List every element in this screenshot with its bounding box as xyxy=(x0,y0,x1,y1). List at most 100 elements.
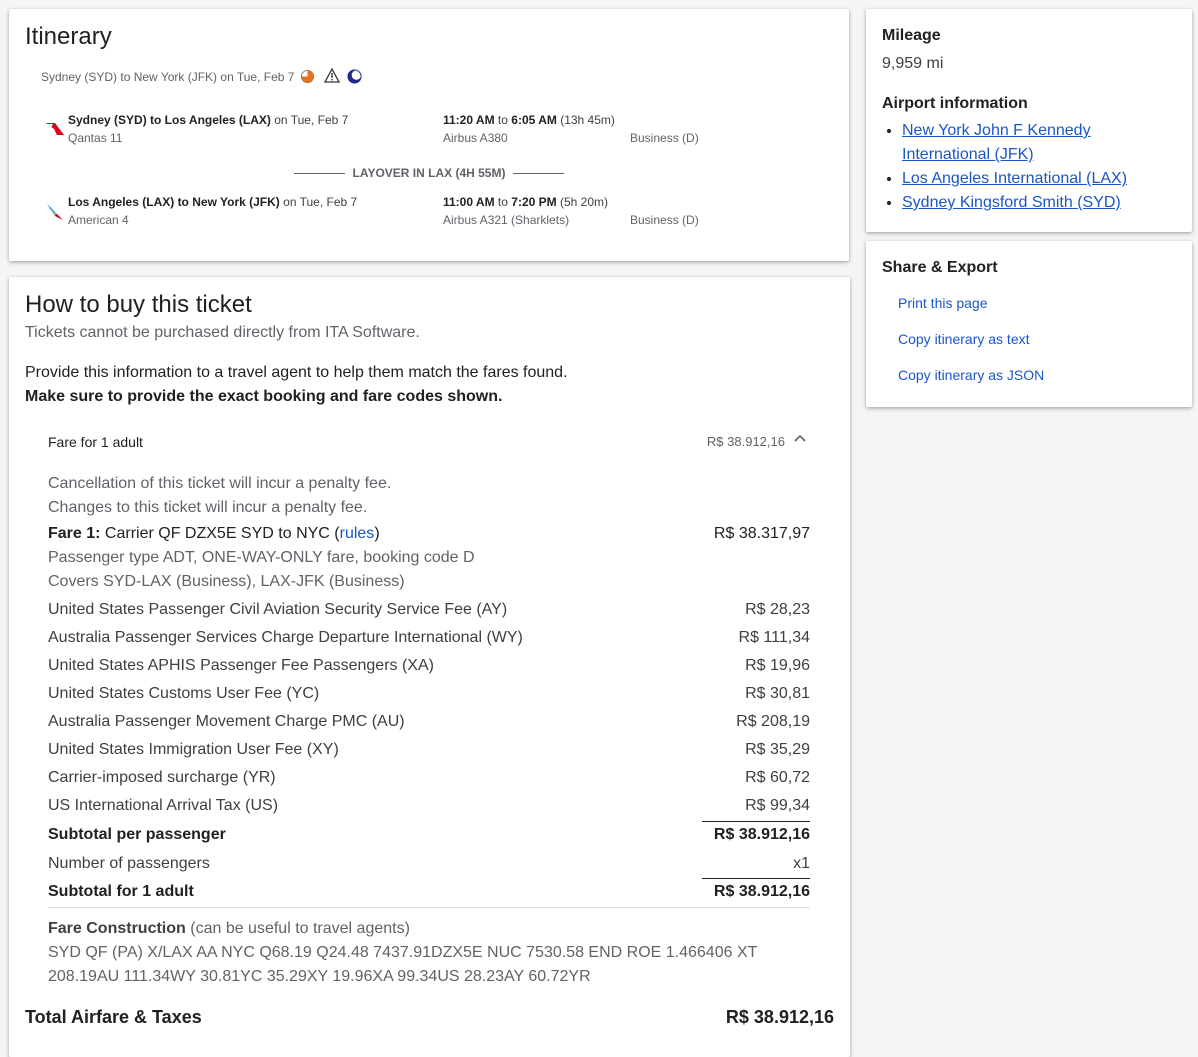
change-note: Changes to this ticket will incur a pena… xyxy=(48,499,810,517)
num-pass-value: x1 xyxy=(793,855,810,872)
tax-row: United States Customs User Fee (YC) R$ 30… xyxy=(48,685,810,703)
subtotal-adult-amount: R$ 38.912,16 xyxy=(713,883,810,900)
subtotal-adult-separator xyxy=(702,878,810,879)
fare-for-adult-header[interactable]: Fare for 1 adult R$ 38.912,16 xyxy=(25,422,817,462)
buy-title: How to buy this ticket xyxy=(25,291,252,318)
airport-link-jfk[interactable]: New York John F Kennedy International (J… xyxy=(902,122,1091,163)
itinerary-summary: Sydney (SYD) to New York (JFK) on Tue, F… xyxy=(41,70,295,84)
tax-row: Australia Passenger Services Charge Depa… xyxy=(48,629,810,647)
segment-1-dep: 11:20 AM xyxy=(443,113,495,127)
covers-text: Covers SYD-LAX (Business), LAX-JFK (Busi… xyxy=(48,573,405,590)
segment-1-arr: 6:05 AM xyxy=(511,113,557,127)
segment-1-aircraft: Airbus A380 xyxy=(443,131,508,145)
fare-1-label: Fare 1: xyxy=(48,525,101,542)
daylight-change-icon[interactable] xyxy=(300,69,315,89)
segment-2-times: 11:00 AM to 7:20 PM (5h 20m) xyxy=(443,195,608,209)
how-to-buy-card: How to buy this ticket Tickets cannot be… xyxy=(9,277,850,1057)
fare-rules-link[interactable]: rules xyxy=(340,525,375,542)
mileage-value: 9,959 mi xyxy=(882,55,944,72)
mileage-card: Mileage 9,959 mi Airport information New… xyxy=(866,9,1192,232)
num-pass-label: Number of passengers xyxy=(48,855,210,872)
cancellation-note-text: Cancellation of this ticket will incur a… xyxy=(48,475,392,492)
overnight-icon[interactable] xyxy=(347,69,362,89)
share-export-card: Share & Export Print this page Copy itin… xyxy=(866,241,1192,407)
fare-construction-heading: Fare Construction (can be useful to trav… xyxy=(48,920,410,938)
tax-amount: R$ 99,34 xyxy=(745,797,810,814)
buy-info: Provide this information to a travel age… xyxy=(25,364,568,381)
change-note-text: Changes to this ticket will incur a pena… xyxy=(48,499,368,516)
print-page-link[interactable]: Print this page xyxy=(898,295,988,311)
subtotal-adult-label: Subtotal for 1 adult xyxy=(48,883,194,900)
airport-list-item: New York John F Kennedy International (J… xyxy=(902,119,1182,167)
fare-construction-line-2: 208.19AU 111.34WY 30.81YC 35.29XY 19.96X… xyxy=(48,968,591,985)
warning-icon[interactable] xyxy=(323,67,341,88)
subtotal-per-passenger-row: Subtotal per passenger R$ 38.912,16 xyxy=(48,826,810,844)
airport-link-lax[interactable]: Los Angeles International (LAX) xyxy=(902,170,1127,187)
fare-for-amount: R$ 38.912,16 xyxy=(706,434,785,449)
qantas-logo-icon xyxy=(45,121,65,142)
fare-construction-label: Fare Construction xyxy=(48,920,186,937)
airport-link-syd[interactable]: Sydney Kingsford Smith (SYD) xyxy=(902,194,1121,211)
segment-1-cabin: Business (D) xyxy=(630,131,699,145)
subtotal-separator xyxy=(702,821,810,822)
fare-construction-note: (can be useful to travel agents) xyxy=(185,920,410,937)
chevron-up-icon[interactable] xyxy=(793,432,807,451)
fare-for-label: Fare for 1 adult xyxy=(48,434,143,450)
fare-construction-divider xyxy=(48,907,810,908)
airport-info-title: Airport information xyxy=(882,95,1028,112)
tax-amount: R$ 208,19 xyxy=(736,713,810,730)
subtotal-pp-label: Subtotal per passenger xyxy=(48,826,226,843)
segment-2-arr: 7:20 PM xyxy=(511,195,557,209)
itinerary-card: Itinerary Sydney (SYD) to New York (JFK)… xyxy=(9,9,849,261)
fare-construction-line-1: SYD QF (PA) X/LAX AA NYC Q68.19 Q24.48 7… xyxy=(48,944,758,961)
segment-2-date: on Tue, Feb 7 xyxy=(279,195,358,209)
total-label: Total Airfare & Taxes xyxy=(25,1007,202,1027)
layover-rule-right xyxy=(513,172,565,174)
tax-row: US International Arrival Tax (US) R$ 99,3… xyxy=(48,797,810,815)
american-airlines-logo-icon xyxy=(45,203,65,226)
copy-itinerary-json-link[interactable]: Copy itinerary as JSON xyxy=(898,367,1044,383)
segment-2-dep: 11:00 AM xyxy=(443,195,495,209)
tax-amount: R$ 28,23 xyxy=(745,601,810,618)
airport-list: New York John F Kennedy International (J… xyxy=(882,119,1182,215)
tax-label: Australia Passenger Services Charge Depa… xyxy=(48,629,523,646)
fare-1-close: ) xyxy=(374,525,380,542)
layover-label: LAYOVER IN LAX (4H 55M) xyxy=(352,166,506,180)
tax-label: United States Immigration User Fee (XY) xyxy=(48,741,339,758)
fare-1-row: Fare 1: Carrier QF DZX5E SYD to NYC (rul… xyxy=(48,525,810,543)
tax-amount: R$ 19,96 xyxy=(745,657,810,674)
tax-label: US International Arrival Tax (US) xyxy=(48,797,279,814)
number-of-passengers-row: Number of passengers x1 xyxy=(48,855,810,873)
tax-row: Carrier-imposed surcharge (YR) R$ 60,72 xyxy=(48,769,810,787)
passenger-type-text: Passenger type ADT, ONE-WAY-ONLY fare, b… xyxy=(48,549,475,566)
buy-subtitle: Tickets cannot be purchased directly fro… xyxy=(25,324,420,341)
segment-2-route-line: Los Angeles (LAX) to New York (JFK) on T… xyxy=(68,195,357,209)
passenger-type-row: Passenger type ADT, ONE-WAY-ONLY fare, b… xyxy=(48,549,810,567)
buy-info-bold: Make sure to provide the exact booking a… xyxy=(25,388,503,405)
copy-itinerary-text-link[interactable]: Copy itinerary as text xyxy=(898,331,1030,347)
segment-1-duration: (13h 45m) xyxy=(556,113,615,127)
tax-amount: R$ 35,29 xyxy=(745,741,810,758)
tax-label: Australia Passenger Movement Charge PMC … xyxy=(48,713,405,730)
tax-label: United States Passenger Civil Aviation S… xyxy=(48,601,508,618)
tax-label: Carrier-imposed surcharge (YR) xyxy=(48,769,276,786)
layover-rule-left xyxy=(294,172,345,174)
segment-2-flight: American 4 xyxy=(68,213,129,227)
segment-1-date: on Tue, Feb 7 xyxy=(270,113,349,127)
segment-1-to: to xyxy=(494,113,512,127)
airport-list-item: Los Angeles International (LAX) xyxy=(902,167,1182,191)
subtotal-adult-row: Subtotal for 1 adult R$ 38.912,16 xyxy=(48,883,810,901)
tax-row: Australia Passenger Movement Charge PMC … xyxy=(48,713,810,731)
tax-amount: R$ 60,72 xyxy=(745,769,810,786)
segment-2-to: to xyxy=(494,195,512,209)
tax-row: United States Immigration User Fee (XY) R… xyxy=(48,741,810,759)
cancellation-note: Cancellation of this ticket will incur a… xyxy=(48,475,810,493)
airport-list-item: Sydney Kingsford Smith (SYD) xyxy=(902,191,1182,215)
mileage-title: Mileage xyxy=(882,27,941,44)
covers-row: Covers SYD-LAX (Business), LAX-JFK (Busi… xyxy=(48,573,810,591)
tax-amount: R$ 111,34 xyxy=(738,629,810,646)
segment-2-aircraft: Airbus A321 (Sharklets) xyxy=(443,213,570,227)
layover-divider: LAYOVER IN LAX (4H 55M) xyxy=(294,166,565,180)
subtotal-pp-amount: R$ 38.912,16 xyxy=(713,826,810,843)
segment-1-route: Sydney (SYD) to Los Angeles (LAX) xyxy=(68,113,271,127)
